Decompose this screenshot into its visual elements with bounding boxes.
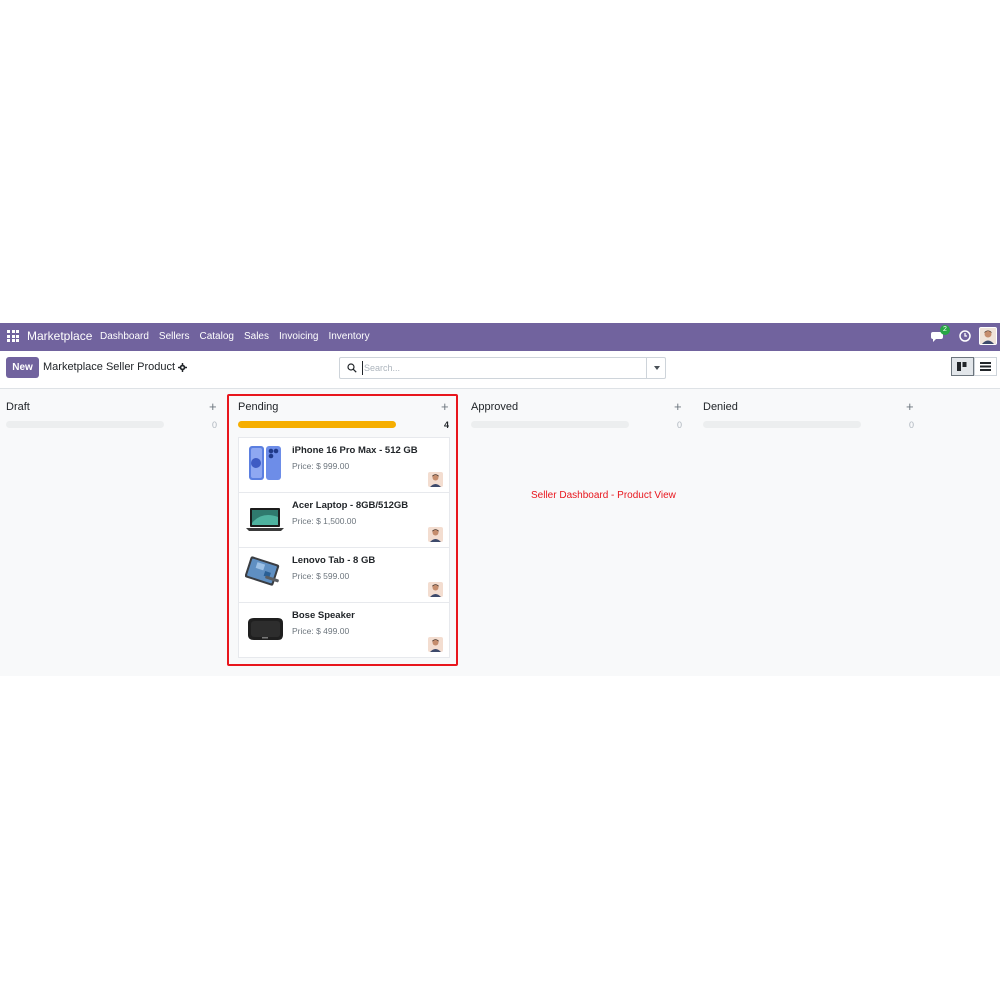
column-count: 4 <box>444 420 450 430</box>
search-bar <box>339 357 666 379</box>
menu-item-invoicing[interactable]: Invoicing <box>279 331 318 342</box>
column-progress-fill <box>238 421 396 428</box>
chat-count-badge: 2 <box>940 325 950 335</box>
column-count: 0 <box>909 420 915 430</box>
product-name: Acer Laptop - 8GB/512GB <box>292 500 409 511</box>
list-view-button[interactable] <box>974 357 997 376</box>
column-title: Draft <box>6 401 30 413</box>
tablet-icon <box>245 556 280 586</box>
seller-avatar <box>428 637 443 652</box>
breadcrumb: Marketplace Seller Product <box>43 361 176 373</box>
product-card[interactable]: iPhone 16 Pro Max - 512 GB Price: $ 999.… <box>238 437 450 492</box>
seller-avatar <box>428 527 443 542</box>
top-navbar: Marketplace Dashboard Sellers Catalog Sa… <box>0 323 1000 351</box>
list-icon <box>980 362 991 371</box>
product-name: iPhone 16 Pro Max - 512 GB <box>292 445 418 456</box>
product-price: Price: $ 599.00 <box>292 571 350 581</box>
navbar-systray: 2 <box>931 325 997 345</box>
product-card[interactable]: Bose Speaker Price: $ 499.00 <box>238 602 450 658</box>
product-card[interactable]: Lenovo Tab - 8 GB Price: $ 599.00 <box>238 547 450 602</box>
gear-icon[interactable] <box>178 363 187 372</box>
column-title: Approved <box>471 401 519 413</box>
column-progress-bar[interactable] <box>238 421 396 428</box>
speaker-icon <box>248 618 283 640</box>
seller-avatar <box>428 582 443 597</box>
column-title: Denied <box>703 401 738 413</box>
column-progress-bar[interactable] <box>703 421 861 428</box>
new-button[interactable]: New <box>6 357 39 378</box>
quick-create-icon[interactable]: + <box>441 399 449 414</box>
menu-item-inventory[interactable]: Inventory <box>328 331 369 342</box>
apps-grid-icon[interactable] <box>7 330 19 342</box>
menu-item-dashboard[interactable]: Dashboard <box>100 331 149 342</box>
view-switcher <box>951 357 997 376</box>
seller-avatar <box>428 472 443 487</box>
product-name: Lenovo Tab - 8 GB <box>292 555 376 566</box>
product-price: Price: $ 499.00 <box>292 626 350 636</box>
control-panel: New Marketplace Seller Product <box>0 351 1000 389</box>
quick-create-icon[interactable]: + <box>906 399 914 414</box>
column-title: Pending <box>238 401 279 413</box>
annotation-caption: Seller Dashboard - Product View <box>531 490 676 501</box>
kanban-view-button[interactable] <box>951 357 974 376</box>
phone-icon <box>249 446 281 480</box>
search-options-toggle[interactable] <box>646 358 665 378</box>
clock-icon[interactable] <box>959 330 971 342</box>
column-progress-bar[interactable] <box>6 421 164 428</box>
app-window: Marketplace Dashboard Sellers Catalog Sa… <box>0 323 1000 676</box>
column-progress-bar[interactable] <box>471 421 629 428</box>
search-icon <box>347 363 357 373</box>
menu-item-sales[interactable]: Sales <box>244 331 269 342</box>
product-card[interactable]: Acer Laptop - 8GB/512GB Price: $ 1,500.0… <box>238 492 450 547</box>
quick-create-icon[interactable]: + <box>209 399 217 414</box>
kanban-icon <box>957 362 967 371</box>
app-brand[interactable]: Marketplace <box>27 329 92 343</box>
chat-icon[interactable]: 2 <box>931 325 950 344</box>
product-name: Bose Speaker <box>292 610 355 621</box>
main-menu: Dashboard Sellers Catalog Sales Invoicin… <box>100 331 380 342</box>
product-price: Price: $ 999.00 <box>292 461 350 471</box>
column-count: 0 <box>212 420 218 430</box>
menu-item-catalog[interactable]: Catalog <box>200 331 234 342</box>
quick-create-icon[interactable]: + <box>674 399 682 414</box>
user-avatar[interactable] <box>979 327 997 345</box>
column-count: 0 <box>677 420 683 430</box>
laptop-icon <box>246 508 284 531</box>
product-price: Price: $ 1,500.00 <box>292 516 357 526</box>
search-input[interactable] <box>362 361 642 375</box>
menu-item-sellers[interactable]: Sellers <box>159 331 190 342</box>
